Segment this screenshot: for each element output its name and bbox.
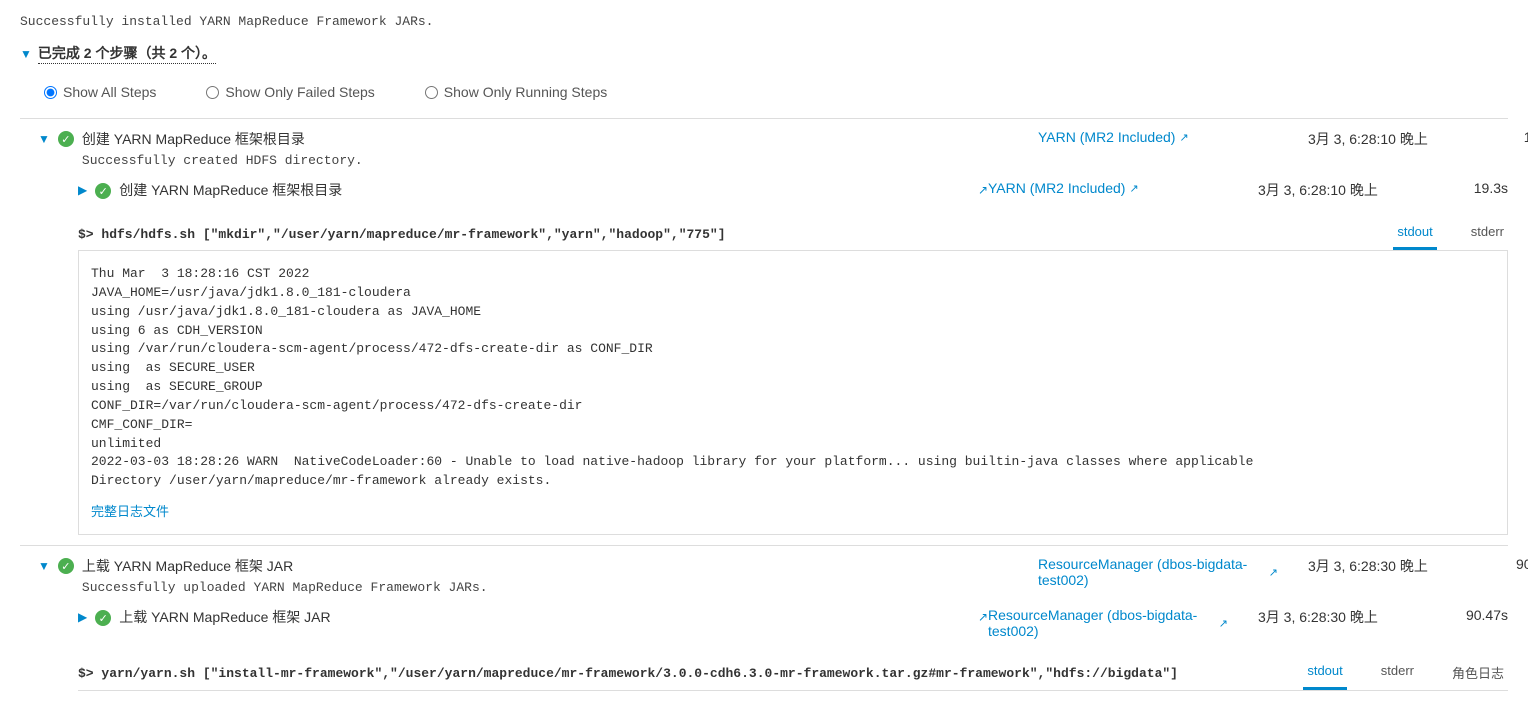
substep: ▶ ✓ 上载 YARN MapReduce 框架 JAR ↗ ResourceM… <box>38 607 1508 691</box>
step-title: 创建 YARN MapReduce 框架根目录 <box>82 129 363 149</box>
output-text: Thu Mar 3 18:28:16 CST 2022 JAVA_HOME=/u… <box>91 265 1495 491</box>
output-tabs: stdout stderr 角色日志 <box>1303 657 1508 690</box>
substep-title: 上载 YARN MapReduce 框架 JAR <box>119 607 330 627</box>
chevron-right-icon[interactable]: ▶ <box>78 610 87 624</box>
step-time: 3月 3, 6:28:10 晚上 <box>1308 129 1468 149</box>
service-link[interactable]: YARN (MR2 Included) ↗ <box>988 180 1139 196</box>
output-box: Thu Mar 3 18:28:16 CST 2022 JAVA_HOME=/u… <box>78 251 1508 535</box>
step-title: 上载 YARN MapReduce 框架 JAR <box>82 556 488 576</box>
filter-show-running[interactable]: Show Only Running Steps <box>425 84 607 100</box>
substep-time: 3月 3, 6:28:30 晚上 <box>1258 607 1418 627</box>
chevron-down-icon[interactable]: ▼ <box>38 132 50 146</box>
completed-header[interactable]: ▼ 已完成 2 个步骤（共 2 个）。 <box>20 43 1508 64</box>
link-text: ResourceManager (dbos-bigdata-test002) <box>988 607 1211 639</box>
external-link-icon: ↗ <box>1219 617 1228 630</box>
step-description: Successfully uploaded YARN MapReduce Fra… <box>82 580 488 595</box>
filter-row: Show All Steps Show Only Failed Steps Sh… <box>20 84 1508 100</box>
radio-show-failed[interactable] <box>206 86 219 99</box>
step-row: ▼ ✓ 上载 YARN MapReduce 框架 JAR Successfull… <box>20 545 1508 701</box>
service-link[interactable]: ResourceManager (dbos-bigdata-test002) ↗ <box>1038 556 1278 588</box>
command-text: $> hdfs/hdfs.sh ["mkdir","/user/yarn/map… <box>78 227 1363 242</box>
radio-show-all[interactable] <box>44 86 57 99</box>
tab-stderr[interactable]: stderr <box>1377 657 1418 690</box>
substep-time: 3月 3, 6:28:10 晚上 <box>1258 180 1418 200</box>
filter-label: Show Only Running Steps <box>444 84 607 100</box>
command-text: $> yarn/yarn.sh ["install-mr-framework",… <box>78 666 1273 681</box>
substep: ▶ ✓ 创建 YARN MapReduce 框架根目录 ↗ YARN (MR2 … <box>38 180 1508 535</box>
external-link-icon: ↗ <box>1129 182 1138 195</box>
full-log-link[interactable]: 完整日志文件 <box>91 501 169 520</box>
external-link-icon: ↗ <box>1179 131 1188 144</box>
tab-rolelog[interactable]: 角色日志 <box>1448 657 1508 690</box>
radio-show-running[interactable] <box>425 86 438 99</box>
link-text: ResourceManager (dbos-bigdata-test002) <box>1038 556 1261 588</box>
tab-stdout[interactable]: stdout <box>1303 657 1346 690</box>
step-time: 3月 3, 6:28:30 晚上 <box>1308 556 1468 576</box>
external-link-icon: ↗ <box>1269 566 1278 579</box>
step-duration: 90.47s <box>1498 556 1528 572</box>
check-icon: ✓ <box>58 131 74 147</box>
step-duration: 19.3s <box>1498 129 1528 145</box>
completed-text: 已完成 2 个步骤（共 2 个）。 <box>38 43 216 64</box>
step-description: Successfully created HDFS directory. <box>82 153 363 168</box>
tab-stdout[interactable]: stdout <box>1393 218 1436 250</box>
substep-duration: 90.47s <box>1448 607 1508 623</box>
chevron-down-icon[interactable]: ▼ <box>20 47 32 61</box>
service-link[interactable]: ResourceManager (dbos-bigdata-test002) ↗ <box>988 607 1228 639</box>
step-row: ▼ ✓ 创建 YARN MapReduce 框架根目录 Successfully… <box>20 118 1508 545</box>
chevron-right-icon[interactable]: ▶ <box>78 183 87 197</box>
filter-show-all[interactable]: Show All Steps <box>44 84 156 100</box>
filter-label: Show All Steps <box>63 84 156 100</box>
external-link-icon[interactable]: ↗ <box>978 610 988 624</box>
service-link[interactable]: YARN (MR2 Included) ↗ <box>1038 129 1189 145</box>
output-tabs: stdout stderr <box>1393 218 1508 250</box>
check-icon: ✓ <box>95 183 111 199</box>
check-icon: ✓ <box>95 610 111 626</box>
tab-stderr[interactable]: stderr <box>1467 218 1508 250</box>
substep-title: 创建 YARN MapReduce 框架根目录 <box>119 180 342 200</box>
chevron-down-icon[interactable]: ▼ <box>38 559 50 573</box>
link-text: YARN (MR2 Included) <box>1038 129 1175 145</box>
check-icon: ✓ <box>58 558 74 574</box>
external-link-icon[interactable]: ↗ <box>978 183 988 197</box>
top-message: Successfully installed YARN MapReduce Fr… <box>20 10 1508 43</box>
filter-label: Show Only Failed Steps <box>225 84 374 100</box>
filter-show-failed[interactable]: Show Only Failed Steps <box>206 84 374 100</box>
link-text: YARN (MR2 Included) <box>988 180 1125 196</box>
substep-duration: 19.3s <box>1448 180 1508 196</box>
